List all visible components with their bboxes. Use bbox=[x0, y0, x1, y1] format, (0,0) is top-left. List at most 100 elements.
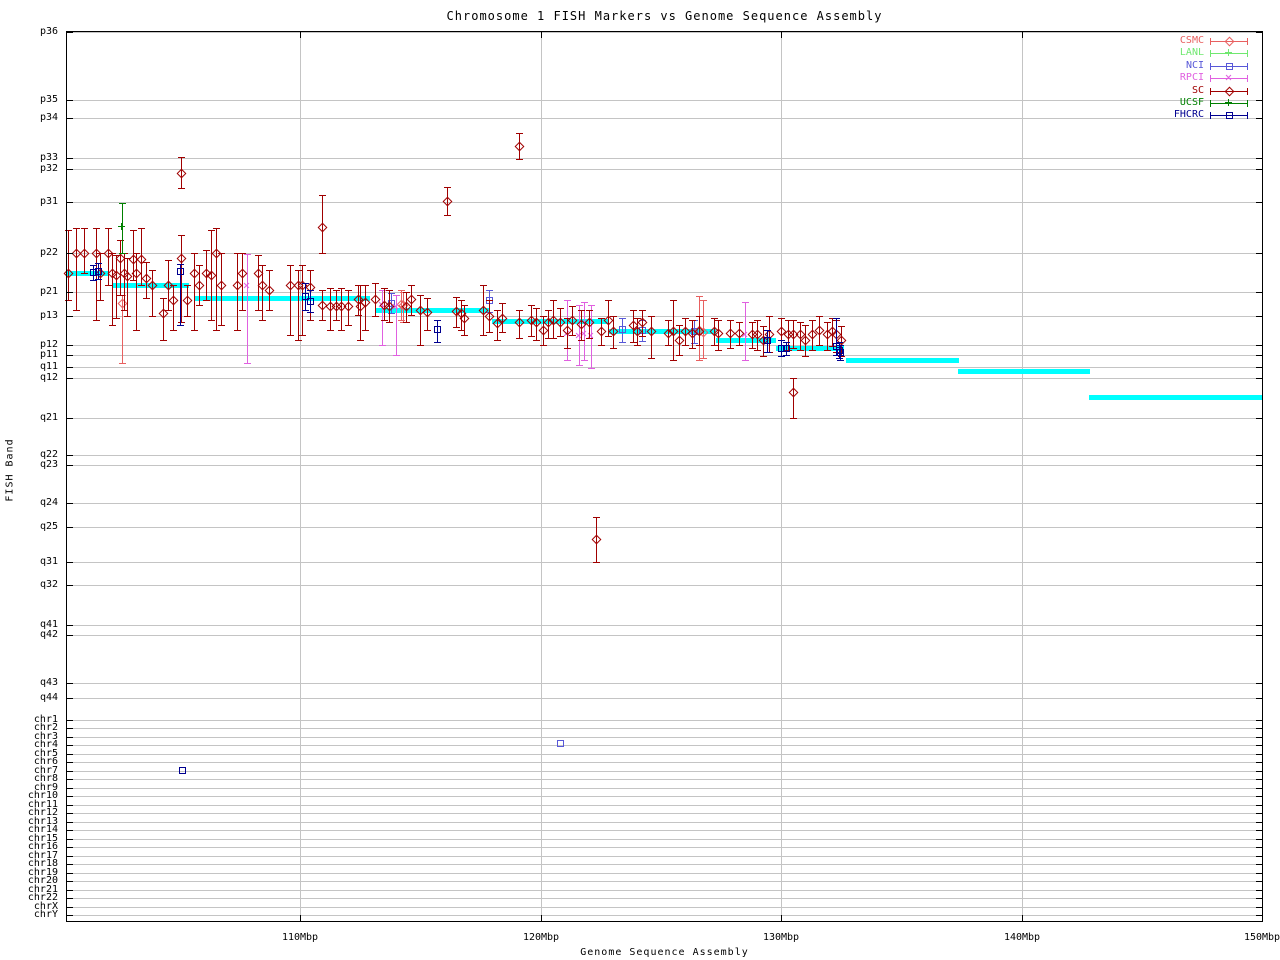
error-bar-cap bbox=[338, 330, 345, 331]
y-tick-mark bbox=[66, 345, 73, 346]
x-axis-title: Genome Sequence Assembly bbox=[66, 947, 1263, 958]
grid-line-h bbox=[66, 527, 1263, 528]
error-bar-cap bbox=[790, 418, 797, 419]
error-bar-cap bbox=[461, 335, 468, 336]
grid-line-h bbox=[66, 805, 1263, 806]
grid-line-h bbox=[66, 465, 1263, 466]
grid-line-h bbox=[66, 367, 1263, 368]
error-bar-cap bbox=[113, 318, 120, 319]
error-bar-cap bbox=[682, 318, 689, 319]
y-tick-mark bbox=[66, 562, 73, 563]
error-bar-cap bbox=[97, 300, 104, 301]
error-bar-cap bbox=[398, 290, 405, 291]
grid-line-h bbox=[66, 635, 1263, 636]
error-bar-cap bbox=[109, 253, 116, 254]
y-tick-mark bbox=[66, 847, 73, 848]
legend-label: SC bbox=[1144, 86, 1204, 96]
error-bar-cap bbox=[754, 320, 761, 321]
grid-line-h bbox=[66, 788, 1263, 789]
error-bar-cap bbox=[578, 340, 585, 341]
error-bar-cap bbox=[528, 305, 535, 306]
grid-line-h bbox=[66, 779, 1263, 780]
error-bar-cap bbox=[307, 312, 314, 313]
y-tick-label: q44 bbox=[0, 693, 58, 703]
y-tick-mark bbox=[66, 316, 73, 317]
data-point-diamond bbox=[597, 327, 607, 337]
y-tick-mark bbox=[1256, 698, 1263, 699]
y-tick-mark bbox=[1256, 527, 1263, 528]
grid-line-h bbox=[66, 839, 1263, 840]
y-tick-mark bbox=[1256, 890, 1263, 891]
grid-line-h bbox=[66, 378, 1263, 379]
error-bar bbox=[120, 240, 121, 295]
error-bar-cap bbox=[494, 310, 501, 311]
error-bar-cap bbox=[586, 338, 593, 339]
error-bar-cap bbox=[797, 350, 804, 351]
error-bar-cap bbox=[778, 340, 785, 341]
y-tick-mark bbox=[66, 503, 73, 504]
error-bar-cap bbox=[486, 290, 493, 291]
error-bar-cap bbox=[177, 325, 184, 326]
error-bar-cap bbox=[307, 290, 314, 291]
y-tick-mark bbox=[66, 465, 73, 466]
error-bar-cap bbox=[676, 355, 683, 356]
error-bar-cap bbox=[255, 255, 262, 256]
error-bar bbox=[247, 254, 248, 363]
error-bar-cap bbox=[93, 320, 100, 321]
error-bar-cap bbox=[499, 332, 506, 333]
legend-sample-cap bbox=[1247, 50, 1248, 57]
error-bar-cap bbox=[809, 350, 816, 351]
grid-line-h bbox=[66, 822, 1263, 823]
error-bar-cap bbox=[287, 265, 294, 266]
grid-line-h bbox=[66, 202, 1263, 203]
error-bar-cap bbox=[749, 348, 756, 349]
error-bar-cap bbox=[619, 342, 626, 343]
error-bar-cap bbox=[73, 310, 80, 311]
error-bar-cap bbox=[266, 270, 273, 271]
error-bar-cap bbox=[516, 338, 523, 339]
y-tick-mark bbox=[1256, 158, 1263, 159]
error-bar-cap bbox=[576, 305, 583, 306]
y-tick-mark bbox=[66, 737, 73, 738]
y-tick-mark bbox=[66, 788, 73, 789]
error-bar-cap bbox=[299, 335, 306, 336]
error-bar-cap bbox=[386, 322, 393, 323]
y-tick-mark bbox=[1256, 169, 1263, 170]
y-tick-mark bbox=[66, 873, 73, 874]
grid-line-h bbox=[66, 503, 1263, 504]
grid-line-h bbox=[66, 864, 1263, 865]
y-tick-label: p13 bbox=[0, 311, 58, 321]
chart-page: { "chart_data": { "type": "scatter", "ti… bbox=[0, 0, 1280, 960]
error-bar-cap bbox=[244, 363, 251, 364]
y-tick-mark bbox=[66, 635, 73, 636]
y-tick-mark bbox=[1256, 720, 1263, 721]
y-tick-mark bbox=[66, 158, 73, 159]
error-bar-cap bbox=[837, 345, 844, 346]
error-bar-cap bbox=[372, 283, 379, 284]
x-tick-mark bbox=[300, 31, 301, 38]
y-tick-mark bbox=[66, 907, 73, 908]
error-bar-cap bbox=[218, 253, 225, 254]
y-tick-label: p11 bbox=[0, 350, 58, 360]
y-tick-mark bbox=[1256, 316, 1263, 317]
grid-line-h bbox=[66, 907, 1263, 908]
marker-stroke bbox=[1228, 49, 1229, 56]
error-bar-cap bbox=[665, 320, 672, 321]
grid-line-h bbox=[66, 418, 1263, 419]
grid-line-h bbox=[66, 856, 1263, 857]
error-bar-cap bbox=[259, 320, 266, 321]
error-bar-cap bbox=[444, 187, 451, 188]
error-bar-cap bbox=[630, 310, 637, 311]
error-bar-cap bbox=[319, 290, 326, 291]
y-tick-label: q43 bbox=[0, 678, 58, 688]
error-bar-cap bbox=[208, 320, 215, 321]
error-bar-cap bbox=[837, 360, 844, 361]
data-point-diamond bbox=[233, 281, 243, 291]
legend-label: RPCI bbox=[1144, 73, 1204, 83]
error-bar bbox=[290, 265, 291, 335]
y-tick-label: p36 bbox=[0, 27, 58, 37]
grid-line-h bbox=[66, 881, 1263, 882]
error-bar bbox=[194, 253, 195, 330]
error-bar-cap bbox=[319, 253, 326, 254]
y-tick-mark bbox=[66, 890, 73, 891]
